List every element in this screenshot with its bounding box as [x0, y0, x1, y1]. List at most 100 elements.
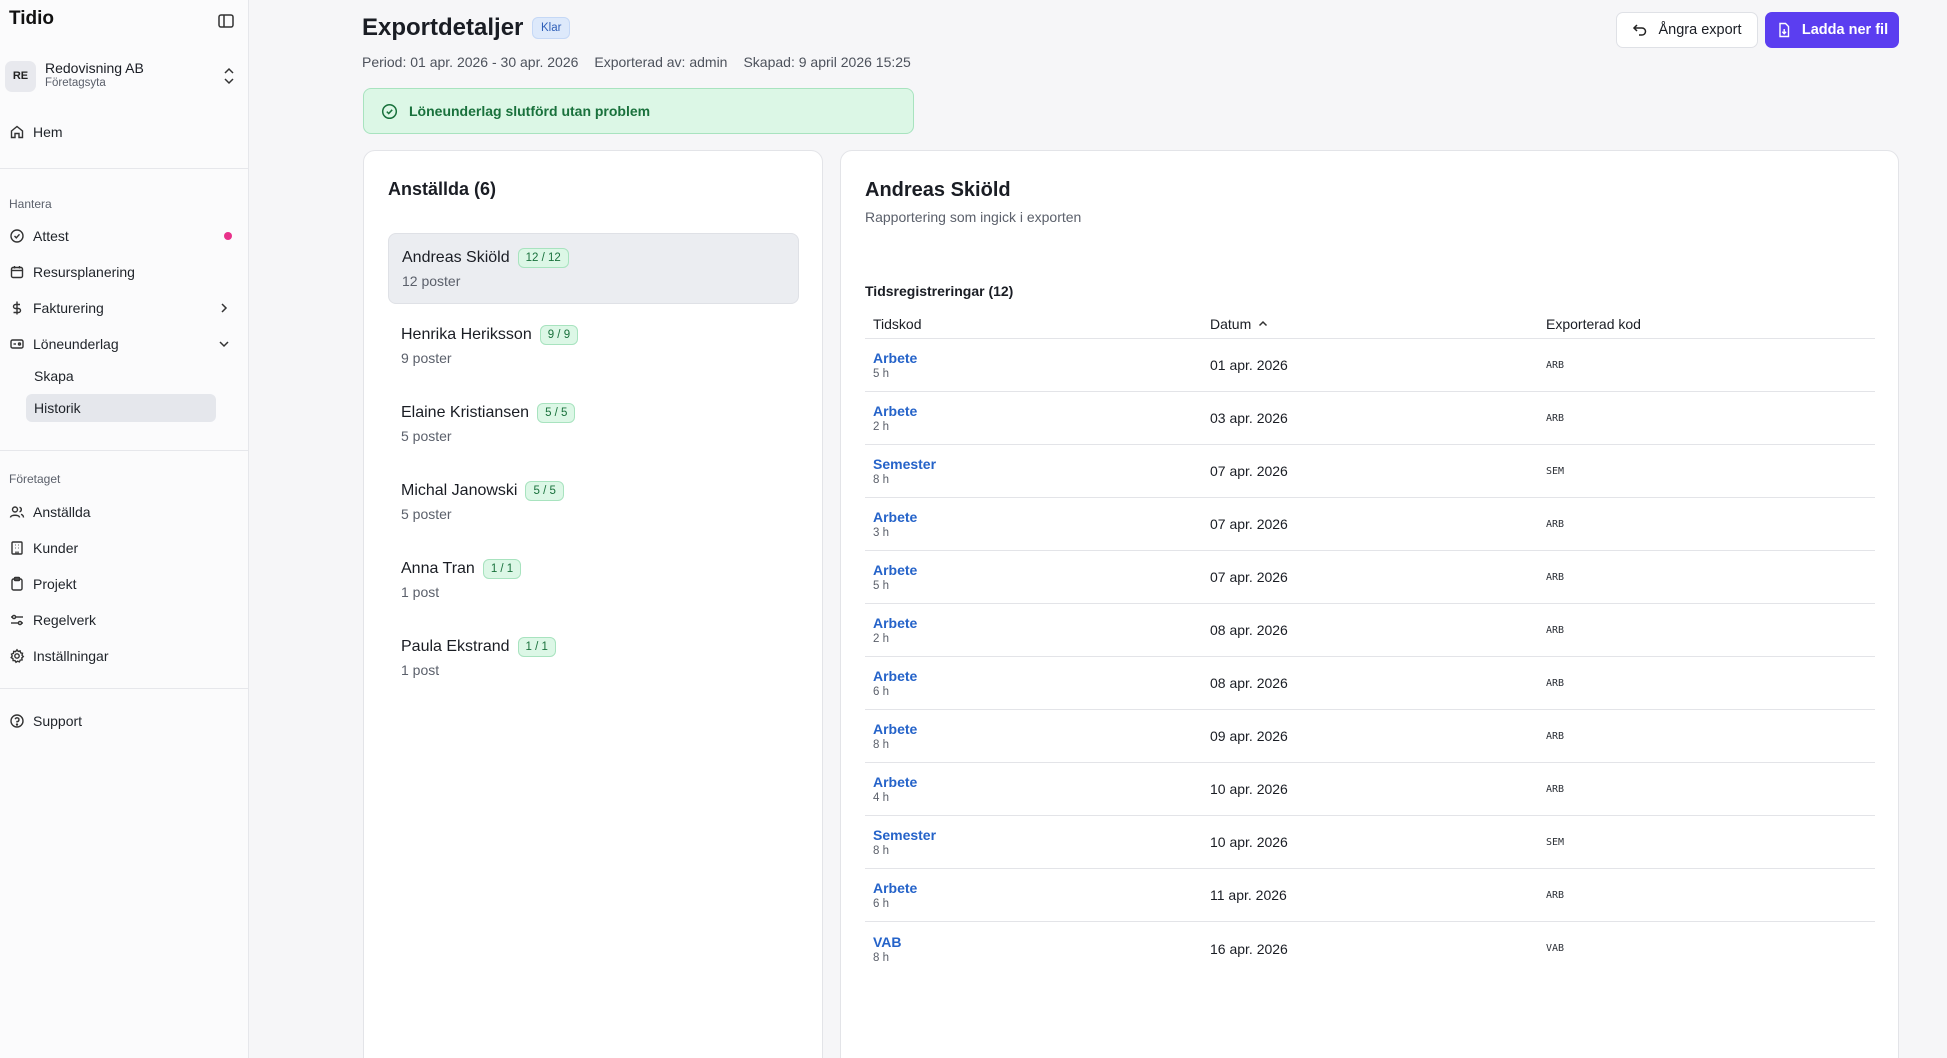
- employee-row[interactable]: Henrika Heriksson 9 / 9 9 poster: [388, 311, 799, 382]
- table-row: Semester 8 h 10 apr. 2026 SEM: [865, 816, 1875, 869]
- time-code-link[interactable]: Arbete: [873, 615, 1202, 631]
- notification-dot: [224, 232, 232, 240]
- table-row: Semester 8 h 07 apr. 2026 SEM: [865, 445, 1875, 498]
- home-icon: [10, 125, 24, 139]
- employee-row[interactable]: Andreas Skiöld 12 / 12 12 poster: [388, 233, 799, 304]
- undo-icon: [1633, 24, 1647, 36]
- time-code-link[interactable]: Arbete: [873, 721, 1202, 737]
- employee-count-badge: 1 / 1: [517, 637, 556, 657]
- time-hours: 8 h: [873, 474, 889, 486]
- employee-count-badge: 5 / 5: [537, 403, 576, 423]
- sidebar-item-label: Kunder: [33, 540, 79, 556]
- section-manage-heading: Hantera: [9, 197, 52, 211]
- table-row: Arbete 6 h 11 apr. 2026 ARB: [865, 869, 1875, 922]
- table-row: VAB 8 h 16 apr. 2026 VAB: [865, 922, 1875, 975]
- sidebar-item-billing[interactable]: Fakturering: [9, 296, 104, 320]
- page-title: Exportdetaljer: [362, 14, 524, 41]
- column-header-date-label: Datum: [1210, 315, 1252, 332]
- sidebar-item-payroll[interactable]: Löneunderlag: [9, 332, 119, 356]
- employee-post-count: 12 poster: [402, 273, 461, 289]
- sidebar: Tidio RE Redovisning AB Företagsyta Hem …: [0, 0, 249, 1058]
- time-code-link[interactable]: Arbete: [873, 509, 1202, 525]
- time-hours: 3 h: [873, 527, 889, 539]
- time-entries-table: Tidskod Datum Exporterad kod Arbete 5 h 0…: [865, 309, 1875, 975]
- table-row: Arbete 2 h 03 apr. 2026 ARB: [865, 392, 1875, 445]
- entry-date: 09 apr. 2026: [1210, 728, 1288, 744]
- sidebar-item-settings[interactable]: Inställningar: [9, 644, 109, 668]
- entry-date: 01 apr. 2026: [1210, 357, 1288, 373]
- clipboard-icon: [11, 576, 23, 591]
- employee-count-badge: 9 / 9: [539, 325, 579, 345]
- undo-export-label: Ångra export: [1658, 22, 1742, 38]
- employee-count-badge: 5 / 5: [525, 481, 564, 501]
- exported-code: SEM: [1546, 465, 1565, 477]
- alert-message: Löneunderlag slutförd utan problem: [409, 103, 651, 119]
- sidebar-toggle-icon[interactable]: [216, 11, 236, 31]
- time-hours: 4 h: [873, 792, 889, 804]
- column-header-code[interactable]: Tidskod: [865, 316, 1202, 332]
- table-row: Arbete 3 h 07 apr. 2026 ARB: [865, 498, 1875, 551]
- check-circle-icon: [10, 229, 24, 243]
- entry-date: 11 apr. 2026: [1210, 887, 1287, 903]
- time-code-link[interactable]: Arbete: [873, 562, 1202, 578]
- time-entries-heading: Tidsregistreringar (12): [865, 283, 1014, 299]
- sidebar-subitem-create[interactable]: Skapa: [26, 362, 216, 390]
- table-row: Arbete 5 h 01 apr. 2026 ARB: [865, 339, 1875, 392]
- sidebar-item-resource-planning[interactable]: Resursplanering: [9, 260, 135, 284]
- sidebar-item-home[interactable]: Hem: [9, 120, 63, 144]
- workspace-switcher[interactable]: RE Redovisning AB Företagsyta: [5, 58, 237, 94]
- table-row: Arbete 5 h 07 apr. 2026 ARB: [865, 551, 1875, 604]
- employee-name: Michal Janowski: [401, 482, 518, 499]
- exported-code: ARB: [1546, 624, 1565, 636]
- employee-count-badge: 12 / 12: [517, 248, 569, 268]
- time-code-link[interactable]: Arbete: [873, 880, 1202, 896]
- employee-name: Elaine Kristiansen: [401, 404, 530, 421]
- sidebar-item-employees[interactable]: Anställda: [9, 500, 91, 524]
- employee-row[interactable]: Michal Janowski 5 / 5 5 poster: [388, 467, 799, 538]
- exported-code: ARB: [1546, 571, 1565, 583]
- employee-row[interactable]: Anna Tran 1 / 1 1 post: [388, 545, 799, 616]
- column-header-date[interactable]: Datum: [1202, 316, 1538, 332]
- download-file-button[interactable]: Ladda ner fil: [1765, 12, 1899, 48]
- undo-export-button[interactable]: Ångra export: [1616, 12, 1758, 48]
- sidebar-divider: [0, 688, 249, 689]
- employee-row[interactable]: Elaine Kristiansen 5 / 5 5 poster: [388, 389, 799, 460]
- detail-panel: Andreas Skiöld Rapportering som ingick i…: [840, 150, 1899, 1058]
- time-code-link[interactable]: Arbete: [873, 350, 1202, 366]
- sidebar-item-label: Anställda: [33, 504, 91, 520]
- sidebar-item-rules[interactable]: Regelverk: [9, 608, 96, 632]
- entry-date: 07 apr. 2026: [1210, 516, 1288, 532]
- employee-post-count: 1 post: [401, 584, 440, 600]
- workspace-name: Redovisning AB: [45, 60, 144, 76]
- employee-name: Anna Tran: [401, 560, 475, 577]
- help-circle-icon: [10, 714, 24, 728]
- detail-employee-name: Andreas Skiöld: [865, 179, 1011, 201]
- exported-code: ARB: [1546, 889, 1565, 901]
- sidebar-item-label: Löneunderlag: [33, 336, 119, 352]
- time-code-link[interactable]: Arbete: [873, 668, 1202, 684]
- sidebar-item-customers[interactable]: Kunder: [9, 536, 78, 560]
- sidebar-item-projects[interactable]: Projekt: [9, 572, 77, 596]
- time-code-link[interactable]: Semester: [873, 456, 1202, 472]
- exported-by-text: Exporterad av: admin: [594, 54, 728, 70]
- time-code-link[interactable]: VAB: [873, 934, 1202, 950]
- sidebar-divider: [0, 450, 249, 451]
- sidebar-subitem-history[interactable]: Historik: [26, 394, 216, 422]
- sidebar-item-label: Attest: [33, 228, 69, 244]
- column-header-exported[interactable]: Exporterad kod: [1538, 316, 1875, 332]
- chevron-right-icon[interactable]: [217, 301, 231, 315]
- exported-code: ARB: [1546, 677, 1565, 689]
- time-code-link[interactable]: Semester: [873, 827, 1202, 843]
- sidebar-item-attest[interactable]: Attest: [9, 224, 69, 248]
- time-code-link[interactable]: Arbete: [873, 774, 1202, 790]
- sidebar-item-label: Resursplanering: [33, 264, 135, 280]
- time-code-link[interactable]: Arbete: [873, 403, 1202, 419]
- users-icon: [9, 506, 25, 518]
- employee-post-count: 1 post: [401, 662, 440, 678]
- sidebar-item-support[interactable]: Support: [9, 709, 82, 733]
- employee-row[interactable]: Paula Ekstrand 1 / 1 1 post: [388, 623, 799, 694]
- chevron-down-icon[interactable]: [217, 337, 231, 351]
- employee-post-count: 9 poster: [401, 350, 452, 366]
- time-hours: 5 h: [873, 580, 889, 592]
- sidebar-item-label: Hem: [33, 124, 63, 140]
